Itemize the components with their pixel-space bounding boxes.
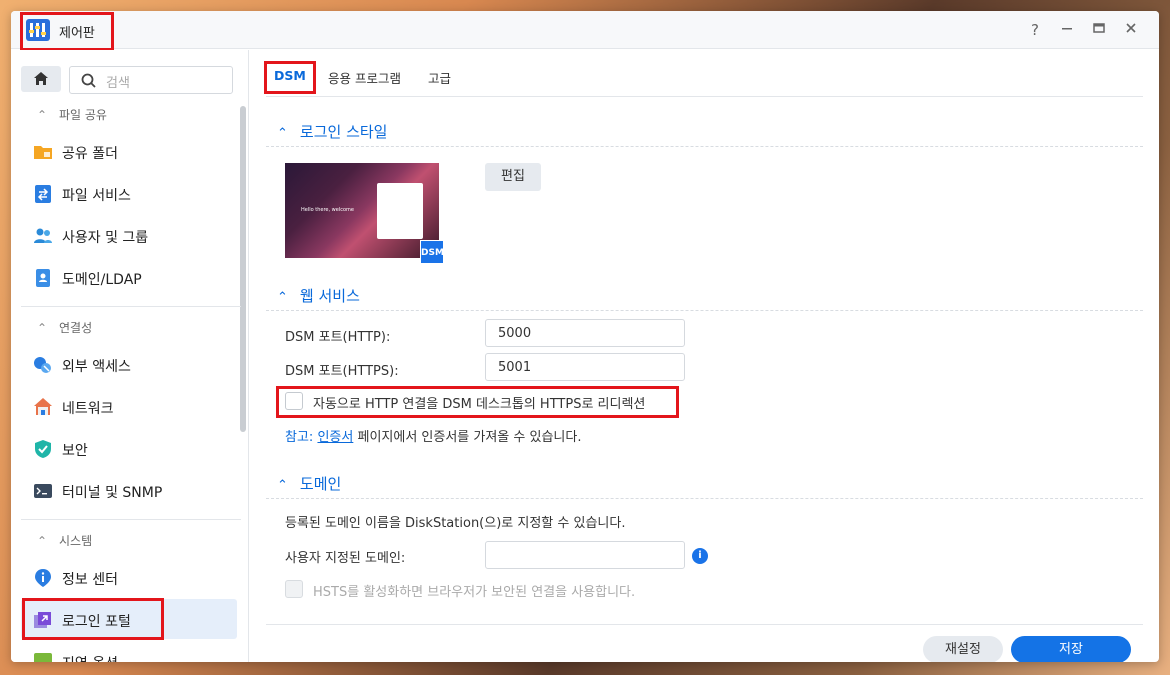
reset-button[interactable]: 재설정 (923, 636, 1003, 662)
sidebar: 검색 ⌃ 파일 공유 공유 폴더 파일 서비스 사용자 및 그룹 도메인/LDA… (11, 50, 249, 662)
section-web-service[interactable]: ⌃ 웹 서비스 (277, 285, 360, 306)
section-login-style[interactable]: ⌃ 로그인 스타일 (277, 121, 387, 142)
network-home-icon (34, 398, 52, 415)
chevron-up-icon: ⌃ (277, 126, 288, 141)
sidebar-scrollbar[interactable] (240, 106, 246, 432)
sidebar-item-file-services[interactable]: 파일 서비스 (21, 173, 237, 213)
main-panel: DSM 응용 프로그램 고급 ⌃ 로그인 스타일 Hello there, wel… (250, 50, 1159, 662)
sidebar-item-info-center[interactable]: 정보 센터 (21, 557, 237, 597)
sidebar-item-label: 사용자 및 그룹 (62, 230, 149, 246)
tab-applications[interactable]: 응용 프로그램 (328, 68, 401, 87)
help-button[interactable]: ? (1026, 21, 1044, 39)
sidebar-item-label: 도메인/LDAP (62, 272, 142, 288)
info-icon[interactable]: i (692, 548, 708, 564)
preview-login-card (377, 183, 423, 239)
home-button[interactable] (21, 66, 61, 92)
minimize-icon (1062, 28, 1072, 30)
users-icon (34, 228, 52, 243)
custom-domain-input[interactable] (485, 541, 685, 569)
domain-description: 등록된 도메인 이름을 DiskStation(으)로 지정할 수 있습니다. (285, 516, 626, 531)
footer-divider (266, 624, 1143, 625)
login-portal-highlight-box (22, 598, 164, 640)
tab-bar: DSM 응용 프로그램 고급 (250, 50, 1159, 96)
save-button[interactable]: 저장 (1011, 636, 1131, 662)
minimize-button[interactable] (1058, 21, 1076, 39)
login-style-preview: Hello there, welcome (285, 163, 439, 258)
shield-icon (35, 440, 51, 458)
info-pin-icon (35, 569, 51, 587)
hsts-checkbox[interactable] (285, 580, 303, 598)
note-text: 페이지에서 인증서를 가져올 수 있습니다. (357, 430, 582, 445)
sidebar-item-label: 외부 액세스 (62, 359, 131, 375)
hsts-label: HSTS를 활성화하면 브라우저가 보안된 연결을 사용합니다. (313, 585, 636, 600)
sidebar-item-shared-folder[interactable]: 공유 폴더 (21, 131, 237, 171)
folder-icon (34, 146, 52, 159)
http-port-value: 5000 (498, 326, 532, 341)
search-icon (81, 73, 96, 88)
section-divider (21, 519, 241, 520)
home-icon (34, 72, 48, 85)
domain-ldap-icon (36, 269, 50, 287)
regional-options-icon (34, 653, 52, 662)
sidebar-item-security[interactable]: 보안 (21, 428, 237, 468)
section-header-file-sharing[interactable]: ⌃ 파일 공유 (37, 106, 107, 123)
search-placeholder: 검색 (106, 76, 130, 91)
https-port-value: 5001 (498, 360, 532, 375)
tab-highlight-box (264, 61, 316, 94)
maximize-icon (1093, 23, 1105, 33)
control-panel-window: 제어판 ? 검색 ⌃ 파일 공유 공유 폴더 파일 서비스 사용자 및 그룹 도… (11, 11, 1159, 662)
close-icon (1126, 23, 1136, 33)
section-divider (266, 310, 1143, 311)
dsm-badge: DSM (420, 240, 444, 264)
close-button[interactable] (1122, 21, 1140, 39)
note-prefix: 참고: (285, 430, 314, 445)
certificate-link[interactable]: 인증서 (317, 430, 353, 445)
edit-button[interactable]: 편집 (485, 163, 541, 191)
custom-domain-label: 사용자 지정된 도메인: (285, 551, 406, 566)
section-divider (266, 146, 1143, 147)
certificate-note: 참고: 인증서 페이지에서 인증서를 가져올 수 있습니다. (285, 426, 581, 445)
sidebar-item-external-access[interactable]: 외부 액세스 (21, 344, 237, 384)
redirect-highlight-box (276, 386, 679, 418)
sidebar-item-label: 지역 옵션 (62, 653, 118, 662)
section-divider (21, 306, 241, 307)
http-port-input[interactable]: 5000 (485, 319, 685, 347)
tab-advanced[interactable]: 고급 (428, 68, 451, 87)
tab-divider (266, 96, 1143, 97)
external-access-icon (34, 357, 51, 373)
chevron-up-icon: ⌃ (277, 290, 288, 305)
title-bar: 제어판 ? (11, 11, 1159, 51)
sidebar-item-label: 정보 센터 (62, 572, 118, 588)
section-divider (266, 498, 1143, 499)
search-input[interactable]: 검색 (69, 66, 233, 94)
chevron-up-icon: ⌃ (37, 108, 48, 122)
section-domain[interactable]: ⌃ 도메인 (277, 473, 341, 494)
sidebar-item-regional-options[interactable]: 지역 옵션 (21, 641, 237, 662)
sidebar-item-terminal-snmp[interactable]: 터미널 및 SNMP (21, 470, 237, 510)
http-port-label: DSM 포트(HTTP): (285, 330, 391, 345)
title-highlight-box (20, 12, 114, 51)
sidebar-item-users-groups[interactable]: 사용자 및 그룹 (21, 215, 237, 255)
sidebar-item-label: 공유 폴더 (62, 146, 118, 162)
terminal-icon (34, 484, 52, 498)
chevron-up-icon: ⌃ (37, 534, 48, 548)
preview-greeting: Hello there, welcome (301, 207, 354, 213)
https-port-label: DSM 포트(HTTPS): (285, 364, 399, 379)
https-port-input[interactable]: 5001 (485, 353, 685, 381)
sidebar-item-domain-ldap[interactable]: 도메인/LDAP (21, 257, 237, 297)
file-services-icon (35, 185, 51, 203)
section-header-system[interactable]: ⌃ 시스템 (37, 532, 92, 549)
section-header-connectivity[interactable]: ⌃ 연결성 (37, 319, 92, 336)
chevron-up-icon: ⌃ (277, 478, 288, 493)
maximize-button[interactable] (1090, 21, 1108, 39)
sidebar-item-label: 파일 서비스 (62, 188, 131, 204)
sidebar-item-label: 터미널 및 SNMP (62, 485, 163, 501)
chevron-up-icon: ⌃ (37, 321, 48, 335)
sidebar-item-label: 네트워크 (62, 401, 114, 417)
sidebar-item-network[interactable]: 네트워크 (21, 386, 237, 426)
sidebar-item-label: 보안 (62, 443, 88, 459)
